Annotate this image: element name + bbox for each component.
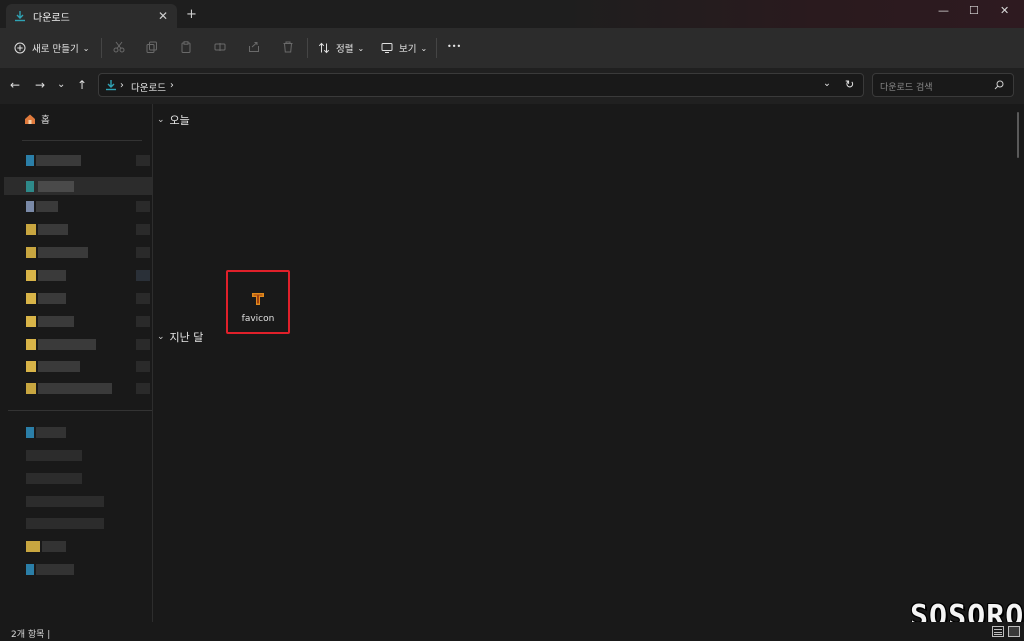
up-button[interactable]: ↑	[77, 79, 87, 91]
sidebar-item-blurred[interactable]	[16, 247, 152, 261]
maximize-button[interactable]: ☐	[969, 4, 979, 17]
title-bar: 다운로드 ✕ + — ☐ ✕	[0, 0, 1024, 28]
text-file-icon	[252, 293, 264, 305]
tab-close-icon[interactable]: ✕	[158, 9, 168, 23]
sidebar-item-blurred[interactable]	[16, 473, 152, 487]
chevron-down-icon: ⌄	[82, 43, 90, 53]
more-options-button[interactable]: •••	[447, 42, 461, 51]
sidebar-item-blurred[interactable]	[16, 316, 152, 330]
item-count: 2개 항목 |	[11, 630, 51, 640]
sidebar-item-blurred[interactable]	[16, 450, 152, 464]
vertical-scrollbar[interactable]	[1015, 104, 1020, 622]
address-row: ← → ⌄ ↑ › 다운로드 › ⌄ ↻ 다운로드 검색	[0, 68, 1024, 104]
breadcrumb-separator[interactable]: ›	[170, 80, 174, 91]
address-bar[interactable]: › 다운로드 › ⌄ ↻	[98, 73, 864, 97]
tab-downloads[interactable]: 다운로드 ✕	[6, 4, 177, 28]
toolbar-divider	[436, 38, 437, 58]
search-box[interactable]: 다운로드 검색	[872, 73, 1014, 97]
copy-icon[interactable]	[146, 41, 158, 53]
new-button[interactable]: 새로 만들기 ⌄	[14, 41, 89, 55]
sidebar-item-blurred[interactable]	[16, 496, 152, 510]
new-tab-button[interactable]: +	[186, 8, 197, 21]
sidebar-item-blurred[interactable]	[16, 518, 152, 532]
group-label: 지난 달	[169, 331, 204, 344]
search-icon[interactable]	[994, 80, 1004, 90]
minimize-button[interactable]: —	[938, 4, 949, 17]
sidebar-item-home[interactable]: 홈	[24, 112, 50, 126]
download-icon	[15, 11, 25, 22]
command-bar: 새로 만들기 ⌄ 정렬 ⌄ 보기 ⌄ •••	[0, 28, 1024, 68]
toolbar-divider	[307, 38, 308, 58]
group-header-today[interactable]: ⌄ 오늘	[157, 112, 190, 128]
file-name: favicon	[241, 314, 275, 324]
paste-icon[interactable]	[180, 41, 192, 53]
sidebar-item-label: 홈	[41, 115, 50, 126]
refresh-icon[interactable]: ↻	[845, 78, 854, 91]
sidebar-divider	[22, 140, 142, 141]
share-icon[interactable]	[248, 41, 260, 53]
sidebar-divider	[8, 410, 152, 411]
breadcrumb-separator[interactable]: ›	[120, 80, 124, 91]
sidebar-item-blurred[interactable]	[16, 541, 152, 555]
group-header-last-month[interactable]: ⌄ 지난 달	[157, 329, 203, 345]
address-dropdown-icon[interactable]: ⌄	[823, 78, 831, 89]
file-list-area[interactable]: ⌄ 오늘 favicon ⌄ 지난 달 SOSORO	[153, 104, 1023, 634]
close-button[interactable]: ✕	[1000, 4, 1009, 17]
sidebar-item-blurred[interactable]	[16, 293, 152, 307]
group-label: 오늘	[169, 114, 190, 127]
chevron-down-icon: ⌄	[420, 43, 428, 53]
rename-icon[interactable]	[214, 41, 226, 53]
sort-button[interactable]: 정렬 ⌄	[318, 41, 364, 55]
sidebar-item-blurred[interactable]	[16, 427, 152, 441]
chevron-down-icon: ⌄	[357, 43, 365, 53]
recent-locations-button[interactable]: ⌄	[57, 79, 65, 91]
file-item-favicon[interactable]: favicon	[226, 270, 290, 334]
plus-circle-icon	[14, 42, 26, 54]
chevron-down-icon: ⌄	[157, 115, 165, 125]
tiles-view-icon[interactable]	[1008, 626, 1020, 637]
navigation-pane: 홈	[0, 104, 152, 622]
download-icon	[106, 80, 116, 91]
details-view-icon[interactable]	[992, 626, 1004, 637]
scrollbar-thumb[interactable]	[1017, 112, 1019, 158]
sidebar-item-blurred[interactable]	[4, 177, 152, 195]
delete-icon[interactable]	[282, 41, 294, 53]
tab-title: 다운로드	[33, 12, 70, 24]
home-icon	[25, 114, 35, 124]
sidebar-item-blurred[interactable]	[16, 155, 152, 169]
toolbar-divider	[101, 38, 102, 58]
search-placeholder: 다운로드 검색	[880, 83, 933, 93]
sidebar-item-blurred[interactable]	[16, 270, 152, 284]
back-button[interactable]: ←	[10, 79, 20, 91]
view-button-label: 보기	[399, 44, 417, 55]
sidebar-item-blurred[interactable]	[16, 361, 152, 375]
chevron-down-icon: ⌄	[157, 332, 165, 342]
view-button[interactable]: 보기 ⌄	[381, 41, 427, 55]
forward-button[interactable]: →	[35, 79, 45, 91]
sidebar-item-blurred[interactable]	[16, 339, 152, 353]
sidebar-item-blurred[interactable]	[16, 564, 152, 578]
status-bar: 2개 항목 |	[0, 622, 1024, 641]
cut-icon[interactable]	[113, 41, 125, 53]
sort-arrows-icon	[318, 42, 330, 54]
monitor-icon	[381, 43, 393, 53]
sort-button-label: 정렬	[336, 44, 354, 55]
sidebar-item-blurred[interactable]	[16, 224, 152, 238]
sidebar-item-blurred[interactable]	[16, 201, 152, 215]
sidebar-item-blurred[interactable]	[16, 383, 152, 397]
breadcrumb-downloads[interactable]: 다운로드	[131, 80, 166, 94]
new-button-label: 새로 만들기	[32, 44, 79, 55]
